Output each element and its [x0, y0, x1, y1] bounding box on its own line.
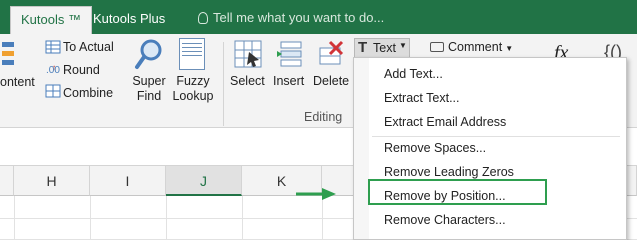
menu-separator — [372, 136, 620, 137]
menu-item-remove-characters[interactable]: Remove Characters... — [384, 213, 506, 227]
chevron-down-icon: ▼ — [505, 44, 514, 53]
insert-button[interactable]: Insert — [273, 74, 304, 88]
lightbulb-icon — [198, 12, 208, 24]
select-button[interactable]: Select — [230, 74, 265, 88]
comment-button-label: Comment — [448, 40, 503, 54]
row-header-corner[interactable] — [0, 166, 14, 196]
pointer-arrow-icon — [296, 188, 336, 200]
column-header-i[interactable]: I — [90, 166, 166, 196]
menu-icon-strip — [354, 58, 369, 239]
content-button[interactable]: ontent — [0, 75, 35, 89]
select-grid-icon — [234, 40, 262, 68]
grid-col-line — [14, 196, 15, 240]
tell-me-search[interactable]: Tell me what you want to do... — [198, 10, 384, 25]
fuzzy-lookup-icon — [179, 38, 205, 70]
chevron-down-icon: ▼ — [399, 41, 407, 50]
text-t-icon: T — [358, 39, 368, 56]
to-actual-icon — [45, 40, 61, 54]
delete-icon — [316, 40, 344, 68]
menu-item-remove-spaces[interactable]: Remove Spaces... — [384, 141, 486, 155]
grid-col-line — [90, 196, 91, 240]
super-find-label-2: Find — [136, 89, 162, 103]
combine-button[interactable]: Combine — [63, 86, 113, 100]
column-header-j[interactable]: J — [166, 166, 242, 196]
svg-text:↑: ↑ — [52, 63, 56, 72]
menu-item-remove-leading-zeros[interactable]: Remove Leading Zeros — [384, 165, 514, 179]
menu-item-add-text[interactable]: Add Text... — [384, 67, 443, 81]
tab-kutools-plus[interactable]: Kutools Plus — [83, 6, 175, 34]
grid-col-line — [166, 196, 167, 240]
column-header-h[interactable]: H — [14, 166, 90, 196]
magnifier-icon — [134, 38, 164, 72]
menu-item-extract-text[interactable]: Extract Text... — [384, 91, 460, 105]
group-separator — [223, 42, 224, 126]
combine-icon — [45, 84, 61, 98]
grid-col-line — [242, 196, 243, 240]
to-actual-button[interactable]: To Actual — [63, 40, 114, 54]
fuzzy-lookup-label-1: Fuzzy — [176, 74, 210, 88]
delete-button[interactable]: Delete — [313, 74, 349, 88]
round-icon: .00 ↑ — [45, 62, 61, 76]
editing-group-label: Editing — [304, 110, 343, 124]
text-dropdown-menu: Add Text... Extract Text... Extract Emai… — [353, 57, 627, 240]
comment-dropdown-button[interactable]: Comment ▼ — [430, 40, 513, 54]
text-dropdown-button[interactable]: T Text ▼ — [354, 38, 410, 58]
grid-col-line — [322, 196, 323, 240]
text-button-label: Text — [373, 41, 396, 55]
super-find-label-1: Super — [132, 74, 166, 88]
insert-icon — [277, 40, 305, 68]
round-button[interactable]: Round — [63, 63, 100, 77]
comment-icon — [430, 42, 444, 52]
fuzzy-lookup-label-2: Lookup — [172, 89, 214, 103]
menu-item-extract-email[interactable]: Extract Email Address — [384, 115, 506, 129]
content-icon — [2, 40, 16, 70]
tell-me-text: Tell me what you want to do... — [213, 10, 385, 25]
highlight-box — [368, 179, 547, 205]
super-find-button[interactable]: Super Find — [131, 74, 167, 104]
tab-kutools[interactable]: Kutools ™ — [10, 6, 92, 34]
fuzzy-lookup-button[interactable]: Fuzzy Lookup — [170, 74, 216, 104]
ribbon-tab-bar: Kutools ™ Kutools Plus Tell me what you … — [0, 0, 637, 34]
